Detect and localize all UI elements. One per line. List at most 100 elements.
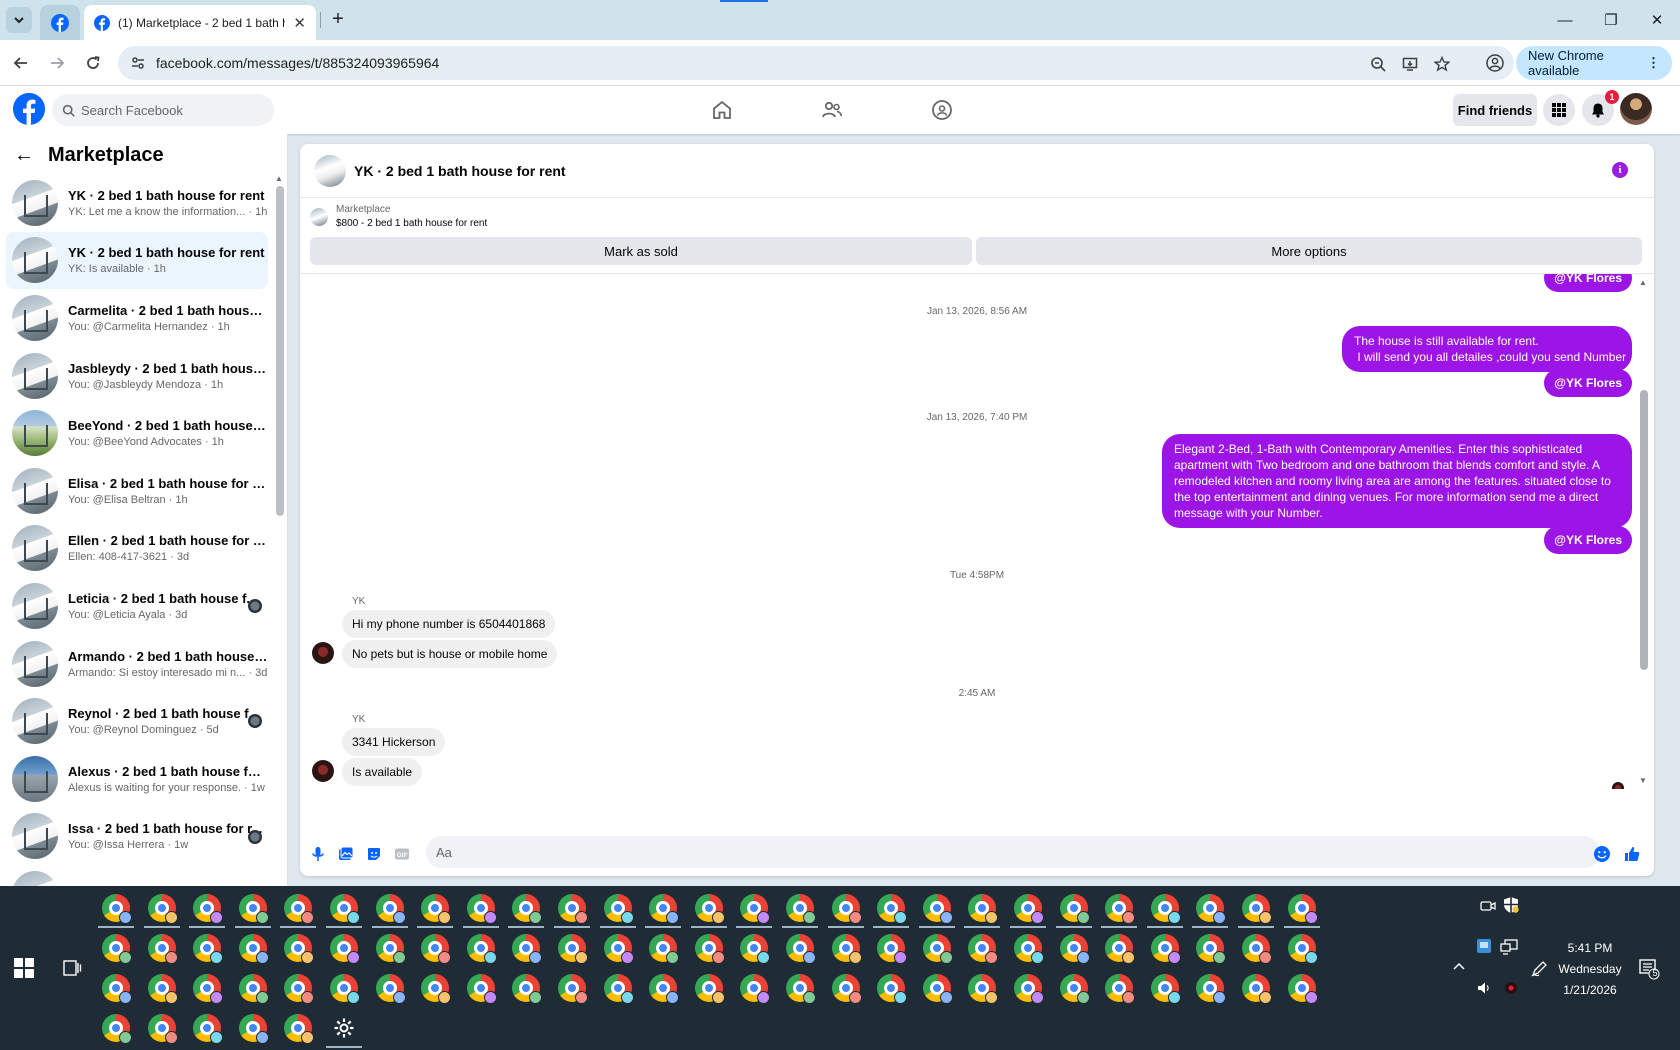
chat-title[interactable]: YK · 2 bed 1 bath house for rent xyxy=(354,163,566,179)
friends-nav-button[interactable] xyxy=(816,94,848,126)
back-arrow-icon[interactable]: ← xyxy=(14,144,34,167)
chrome-taskbar-icon[interactable] xyxy=(1196,934,1227,964)
chrome-taskbar-icon[interactable] xyxy=(466,974,497,1004)
chrome-taskbar-icon[interactable] xyxy=(1150,934,1181,964)
conversation-item[interactable]: BeeYond · 2 bed 1 bath house f... You: @B… xyxy=(6,404,268,462)
chrome-taskbar-icon[interactable] xyxy=(375,934,406,964)
kebab-menu-icon[interactable]: ⋮ xyxy=(1647,55,1660,71)
chrome-taskbar-icon[interactable] xyxy=(1059,934,1090,964)
chrome-taskbar-icon[interactable] xyxy=(1105,894,1136,924)
chrome-taskbar-icon[interactable] xyxy=(1242,894,1272,924)
conversation-item[interactable]: Reynol · 2 bed 1 bath house f... You: @Re… xyxy=(6,692,268,750)
chrome-taskbar-icon[interactable] xyxy=(1196,974,1227,1004)
settings-gear-icon[interactable] xyxy=(330,1014,358,1042)
chrome-taskbar-icon[interactable] xyxy=(1287,894,1318,924)
chrome-taskbar-icon[interactable] xyxy=(238,894,269,924)
tab-search-button[interactable] xyxy=(6,7,32,33)
volume-icon[interactable] xyxy=(1476,980,1492,999)
chrome-taskbar-icon[interactable] xyxy=(102,1014,132,1044)
groups-nav-button[interactable] xyxy=(926,94,958,126)
chrome-taskbar-icon[interactable] xyxy=(284,894,315,924)
microphone-icon[interactable] xyxy=(308,844,328,864)
chrome-taskbar-icon[interactable] xyxy=(466,894,497,924)
chrome-taskbar-icon[interactable] xyxy=(102,974,132,1004)
sidebar-scrollbar[interactable]: ▲ ▼ xyxy=(275,174,284,886)
chrome-taskbar-icon[interactable] xyxy=(284,934,315,964)
conversation-item[interactable]: Ellen · 2 bed 1 bath house for rent Ellen… xyxy=(6,520,268,578)
more-options-button[interactable]: More options xyxy=(976,237,1642,265)
conversation-item[interactable]: Leticia · 2 bed 1 bath house f... You: @L… xyxy=(6,577,268,635)
chrome-taskbar-icon[interactable] xyxy=(558,974,588,1004)
chrome-taskbar-icon[interactable] xyxy=(421,974,452,1004)
security-shield-icon[interactable] xyxy=(1502,896,1520,917)
mention-tag[interactable]: @YK Flores xyxy=(1544,369,1632,397)
chrome-taskbar-icon[interactable] xyxy=(284,974,315,1004)
conversation-item[interactable]: YK · 2 bed 1 bath house for rent YK: Is a… xyxy=(6,231,268,290)
scroll-up-icon[interactable]: ▲ xyxy=(1639,278,1647,287)
action-center-button[interactable]: 5 xyxy=(1638,958,1660,983)
chrome-taskbar-icon[interactable] xyxy=(421,894,452,924)
photo-icon[interactable] xyxy=(336,844,356,864)
chrome-taskbar-icon[interactable] xyxy=(330,894,360,924)
chrome-taskbar-icon[interactable] xyxy=(284,1014,315,1044)
conversation-item[interactable]: Issa · 2 bed 1 bath house for r... You: @… xyxy=(6,808,268,866)
chrome-taskbar-icon[interactable] xyxy=(1150,974,1181,1004)
chrome-taskbar-icon[interactable] xyxy=(102,894,132,924)
chrome-taskbar-icon[interactable] xyxy=(238,974,269,1004)
chat-scrollbar[interactable]: ▲ ▼ xyxy=(1639,278,1648,785)
chrome-taskbar-icon[interactable] xyxy=(831,934,862,964)
chrome-taskbar-icon[interactable] xyxy=(603,974,634,1004)
chrome-taskbar-icon[interactable] xyxy=(740,894,771,924)
conversation-item[interactable]: Alexus · 2 bed 1 bath house for ... Alexu… xyxy=(6,750,268,808)
minimize-button[interactable]: — xyxy=(1542,0,1588,40)
chrome-taskbar-icon[interactable] xyxy=(877,894,908,924)
chrome-taskbar-icon[interactable] xyxy=(102,934,132,964)
chrome-taskbar-icon[interactable] xyxy=(694,974,725,1004)
chrome-taskbar-icon[interactable] xyxy=(512,934,543,964)
chrome-taskbar-icon[interactable] xyxy=(922,934,953,964)
chrome-taskbar-icon[interactable] xyxy=(375,974,406,1004)
chrome-taskbar-icon[interactable] xyxy=(922,894,953,924)
chat-scroll-thumb[interactable] xyxy=(1640,390,1648,670)
chrome-taskbar-icon[interactable] xyxy=(968,894,999,924)
conversation-item[interactable]: Armando · 2 bed 1 bath house f... Armando… xyxy=(6,635,268,693)
meet-now-icon[interactable] xyxy=(1480,898,1496,917)
chrome-taskbar-icon[interactable] xyxy=(238,934,269,964)
chrome-taskbar-icon[interactable] xyxy=(786,934,816,964)
chrome-taskbar-icon[interactable] xyxy=(831,974,862,1004)
chrome-taskbar-icon[interactable] xyxy=(193,894,224,924)
chrome-taskbar-icon[interactable] xyxy=(558,894,588,924)
chrome-update-button[interactable]: New Chrome available ⋮ xyxy=(1516,46,1672,80)
mark-as-sold-button[interactable]: Mark as sold xyxy=(310,237,972,265)
back-button[interactable] xyxy=(8,50,34,76)
chrome-taskbar-icon[interactable] xyxy=(1014,974,1044,1004)
site-info-icon[interactable] xyxy=(130,55,146,71)
chrome-taskbar-icon[interactable] xyxy=(238,1014,269,1044)
account-avatar[interactable] xyxy=(1620,93,1652,125)
chrome-taskbar-icon[interactable] xyxy=(877,934,908,964)
chrome-taskbar-icon[interactable] xyxy=(786,894,816,924)
thumbs-up-icon[interactable] xyxy=(1622,844,1642,864)
chrome-taskbar-icon[interactable] xyxy=(649,934,680,964)
chrome-taskbar-icon[interactable] xyxy=(193,974,224,1004)
mention-tag[interactable]: @YK Flores xyxy=(1544,526,1632,554)
mention-tag[interactable]: @YK Flores xyxy=(1544,274,1632,292)
listing-summary[interactable]: Marketplace $800 - 2 bed 1 bath house fo… xyxy=(310,204,487,229)
address-bar[interactable]: facebook.com/messages/t/885324093965964 xyxy=(118,46,1514,80)
facebook-search-box[interactable]: Search Facebook xyxy=(52,94,274,126)
conversation-item[interactable]: Jasbleydy · 2 bed 1 bath house f... You: … xyxy=(6,347,268,405)
find-friends-button[interactable]: Find friends xyxy=(1453,94,1537,126)
chrome-taskbar-icon[interactable] xyxy=(649,974,680,1004)
facebook-logo-icon[interactable] xyxy=(13,93,45,125)
chrome-taskbar-icon[interactable] xyxy=(1105,974,1136,1004)
chat-avatar[interactable] xyxy=(314,154,346,187)
home-nav-button[interactable] xyxy=(706,94,738,126)
scroll-up-icon[interactable]: ▲ xyxy=(275,174,283,183)
zoom-icon[interactable] xyxy=(1368,54,1388,74)
chrome-taskbar-icon[interactable] xyxy=(330,934,360,964)
chrome-taskbar-icon[interactable] xyxy=(694,894,725,924)
sender-avatar[interactable] xyxy=(312,642,334,664)
conversation-item[interactable]: Grandma's · 2 bed 1 bath house ... xyxy=(6,865,268,886)
chrome-taskbar-icon[interactable] xyxy=(694,934,725,964)
chrome-taskbar-icon[interactable] xyxy=(1242,934,1272,964)
